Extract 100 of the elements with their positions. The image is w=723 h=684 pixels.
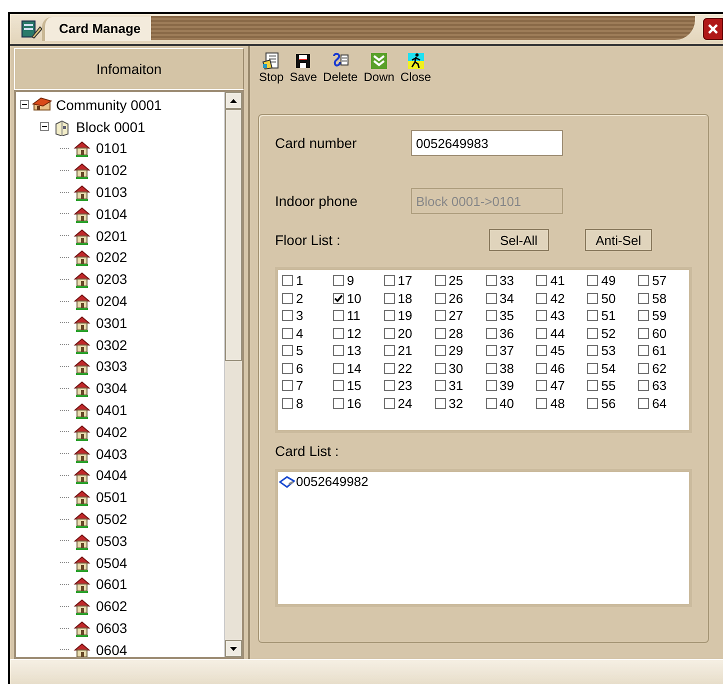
tree-item[interactable]: 0602 (95, 598, 128, 614)
tree-item[interactable]: 0202 (95, 249, 128, 266)
checkbox[interactable] (486, 345, 496, 356)
checkbox[interactable] (384, 380, 395, 392)
tree-item[interactable]: 0603 (95, 620, 128, 636)
checkbox[interactable] (638, 345, 650, 356)
tree-item[interactable]: 0101 (95, 140, 128, 156)
checkbox[interactable] (434, 292, 446, 304)
scroll-thumb[interactable] (225, 109, 242, 361)
checkbox[interactable] (638, 328, 650, 339)
close-button[interactable] (703, 18, 723, 40)
checkbox[interactable] (486, 275, 496, 286)
checkbox[interactable] (587, 310, 598, 322)
expander-icon[interactable] (20, 100, 29, 110)
tree-item[interactable]: 0201 (95, 228, 128, 244)
checkbox[interactable] (638, 292, 650, 304)
checkbox[interactable] (332, 345, 344, 356)
list-item[interactable]: 0052649982 (296, 474, 368, 489)
checkbox[interactable] (434, 328, 446, 339)
checkbox[interactable] (486, 362, 496, 374)
checkbox[interactable] (587, 275, 598, 286)
checkbox[interactable] (282, 362, 293, 374)
checkbox[interactable] (536, 398, 548, 409)
checkbox[interactable] (536, 328, 548, 339)
checkbox[interactable] (282, 398, 293, 409)
tree-item[interactable]: Block 0001 (75, 118, 146, 135)
push-button[interactable]: Sel-All (489, 229, 549, 251)
toolbar-button[interactable]: Down (360, 48, 398, 84)
checkbox[interactable] (384, 275, 395, 286)
checkbox[interactable] (384, 362, 395, 374)
tree-item[interactable]: 0204 (95, 293, 128, 310)
checkbox[interactable] (536, 380, 548, 392)
checkbox[interactable] (587, 345, 598, 356)
checkbox[interactable] (536, 345, 548, 356)
toolbar-button[interactable]: Save (286, 48, 320, 84)
tree-item[interactable]: 0501 (95, 489, 128, 506)
checkbox[interactable] (332, 328, 344, 339)
text-field[interactable]: 0052649983 (411, 130, 563, 156)
scrollbar[interactable] (224, 92, 242, 657)
tree-item[interactable]: 0203 (95, 271, 128, 288)
checkbox[interactable] (332, 362, 344, 374)
checkbox[interactable] (536, 275, 548, 286)
tree-item[interactable]: 0404 (95, 467, 128, 484)
checkbox[interactable] (486, 328, 496, 339)
checkbox[interactable] (587, 362, 598, 374)
tree-item[interactable]: 0502 (95, 511, 128, 528)
checkbox[interactable] (384, 292, 395, 304)
checkbox[interactable] (434, 310, 446, 322)
checkbox[interactable] (486, 398, 496, 409)
checkbox[interactable] (434, 362, 446, 374)
checkbox[interactable] (282, 345, 293, 356)
checkbox[interactable] (536, 310, 548, 322)
toolbar-button[interactable]: Delete (320, 48, 361, 84)
tree-item[interactable]: 0604 (95, 642, 128, 657)
tree-item[interactable]: 0304 (95, 380, 128, 396)
tree-item[interactable]: 0104 (95, 206, 128, 222)
checkbox[interactable] (638, 275, 650, 286)
tree-item[interactable]: 0504 (95, 554, 128, 571)
tree-item[interactable]: 0403 (95, 446, 128, 462)
checkbox[interactable] (638, 362, 650, 374)
tree-item[interactable]: 0301 (95, 314, 128, 331)
tree-item[interactable]: 0102 (95, 162, 128, 178)
checkbox[interactable] (587, 328, 598, 339)
checkbox[interactable] (536, 292, 548, 304)
checkbox[interactable] (587, 292, 598, 304)
checkbox[interactable] (384, 345, 395, 356)
checkbox[interactable] (332, 380, 344, 392)
checkbox[interactable] (434, 275, 446, 286)
checkbox[interactable] (587, 398, 598, 409)
tree-item[interactable]: 0303 (95, 358, 128, 374)
checkbox[interactable] (384, 328, 395, 339)
checkbox[interactable] (332, 292, 344, 304)
checkbox[interactable] (282, 275, 293, 286)
checkbox[interactable] (638, 310, 650, 322)
tree-item[interactable]: 0402 (95, 424, 128, 440)
checkbox[interactable] (486, 380, 496, 392)
toolbar-button[interactable]: Stop (256, 48, 287, 84)
expander-icon[interactable] (40, 122, 49, 132)
checkbox[interactable] (332, 275, 344, 286)
checkbox[interactable] (332, 398, 344, 409)
tree-item[interactable]: 0103 (95, 184, 128, 200)
tree-item[interactable]: 0601 (95, 576, 128, 592)
checkbox[interactable] (486, 292, 496, 304)
checkbox[interactable] (638, 398, 650, 409)
checkbox[interactable] (434, 380, 446, 392)
toolbar-button[interactable]: Close (397, 48, 434, 84)
checkbox[interactable] (486, 310, 496, 322)
checkbox[interactable] (384, 310, 395, 322)
tree-item[interactable]: 0503 (95, 532, 128, 549)
push-button[interactable]: Anti-Sel (584, 229, 652, 251)
checkbox[interactable] (434, 398, 446, 409)
checkbox[interactable] (282, 310, 293, 322)
checkbox[interactable] (282, 328, 293, 339)
checkbox[interactable] (587, 380, 598, 392)
checkbox[interactable] (434, 345, 446, 356)
checkbox[interactable] (282, 292, 293, 304)
tree-item[interactable]: Community 0001 (55, 96, 163, 113)
tree-item[interactable]: 0302 (95, 336, 128, 353)
checkbox[interactable] (638, 380, 650, 392)
checkbox[interactable] (332, 310, 344, 322)
